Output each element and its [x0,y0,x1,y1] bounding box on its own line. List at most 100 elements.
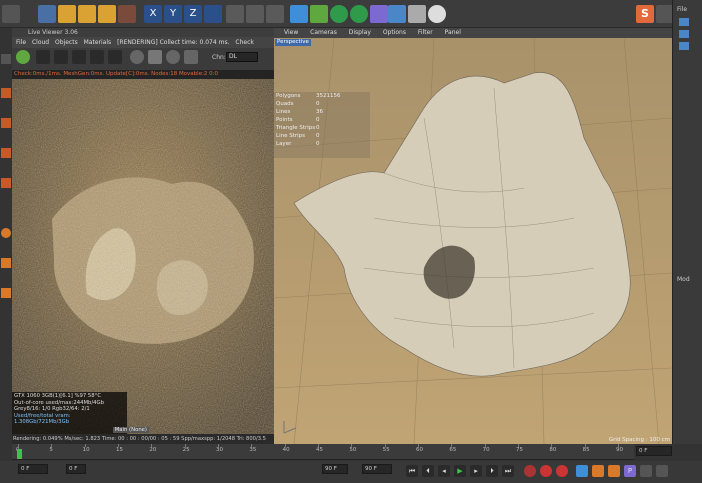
stat-key: Line Strips [276,133,306,139]
lv-menu-check[interactable]: Check [235,39,253,46]
octane-logo-icon[interactable]: S [636,5,654,23]
points-mode-icon[interactable] [1,88,11,98]
vp-menu-display[interactable]: Display [349,29,371,36]
timeline-tick-label: 25 [182,447,190,453]
last-tool-icon[interactable] [118,5,136,23]
lock-icon[interactable] [108,50,122,64]
scale-tool-icon[interactable] [78,5,96,23]
timeline: 051015202530354045505560657075808590 0 F… [0,444,702,483]
material-picker-icon[interactable] [166,50,180,64]
vp-menu-panel[interactable]: Panel [445,29,461,36]
perspective-viewport[interactable]: View Cameras Display Options Filter Pane… [274,28,672,444]
light-icon[interactable] [428,5,446,23]
vp-menu-view[interactable]: View [284,29,298,36]
focus-picker-icon[interactable] [148,50,162,64]
vp-menu-filter[interactable]: Filter [418,29,433,36]
y-axis-icon[interactable]: Y [164,5,182,23]
channel-select-value: DL [229,53,237,60]
live-viewer-status: Check:0ms./1ms. MeshGen:0ms. Update[C]:0… [12,70,274,79]
object-icon[interactable] [679,18,689,26]
record-icon[interactable] [524,465,536,477]
vp-menu-options[interactable]: Options [383,29,406,36]
pla-key-icon[interactable] [640,465,652,477]
render-picture-viewer-icon[interactable] [246,5,264,23]
undo-icon[interactable] [2,5,20,23]
model-mode-icon[interactable] [1,178,11,188]
region-render-icon[interactable] [130,50,144,64]
rotation-key-icon[interactable] [608,465,620,477]
stat-row: Quads 0 [276,100,370,108]
timeline-menu-icon[interactable] [656,465,668,477]
param-key-icon[interactable]: P [624,465,636,477]
pen-icon[interactable] [310,5,328,23]
gpu-info-line: Used/free/total vram: 1.308Gb/721Mb/3Gb [14,412,71,426]
x-axis-icon[interactable]: X [144,5,162,23]
vp-menu-cameras[interactable]: Cameras [310,29,337,36]
object-picker-icon[interactable] [184,50,198,64]
preview-end-field[interactable]: 90 F [322,464,348,474]
goto-end-icon[interactable]: ⏭ [502,465,514,477]
select-tool-icon[interactable] [38,5,56,23]
gpu-info-overlay: GTX 1060 3GB(1)[6.1] %97 58°C Out-of-cor… [12,392,149,434]
play-icon[interactable]: ▶ [454,465,466,477]
render-view-icon[interactable] [226,5,244,23]
timeline-tick-label: 15 [116,447,123,453]
attributes-mode-label[interactable]: Mod [677,276,690,283]
send-scene-icon[interactable] [16,50,30,64]
axis-lock-icon[interactable] [1,288,11,298]
generator-icon[interactable] [330,5,348,23]
render-image-svg [12,79,274,434]
snap-icon[interactable] [1,228,11,238]
coordinate-system-icon[interactable] [204,5,222,23]
live-viewer-toolbar: Chn: DL [12,48,274,70]
stat-row: Layer 0 [276,140,370,148]
pause-render-icon[interactable] [54,50,68,64]
lv-menu-file[interactable]: File [16,39,26,46]
main-toolbar: X Y Z S [0,0,702,28]
playhead-marker[interactable] [17,449,22,459]
goto-start-icon[interactable]: ⏮ [406,465,418,477]
keyframe-selection-icon[interactable] [556,465,568,477]
object-icon[interactable] [679,30,689,38]
live-viewer-title: Live Viewer 3.06 [12,28,274,37]
rotate-tool-icon[interactable] [98,5,116,23]
preview-start-field[interactable]: 0 F [66,464,86,474]
floor-icon[interactable] [388,5,406,23]
end-frame-field[interactable]: 90 F [362,464,392,474]
restart-render-icon[interactable] [72,50,86,64]
polygons-mode-icon[interactable] [1,148,11,158]
chn-label: Chn: [212,54,226,61]
cube-icon[interactable] [290,5,308,23]
object-icon[interactable] [679,42,689,50]
deformer-icon[interactable] [350,5,368,23]
scale-key-icon[interactable] [592,465,604,477]
timeline-ruler[interactable]: 051015202530354045505560657075808590 [12,444,634,460]
channel-select[interactable]: DL [226,52,258,62]
prev-key-icon[interactable]: ⏴ [422,465,434,477]
render-settings-icon[interactable] [266,5,284,23]
stat-row: Line Strips 0 [276,132,370,140]
stat-value: 0 [316,101,320,107]
right-panel-file[interactable]: File [677,6,687,13]
lv-menu-objects[interactable]: Objects [55,39,78,46]
stat-row: Lines 36 [276,108,370,116]
move-tool-icon[interactable] [58,5,76,23]
stop-render-icon[interactable] [36,50,50,64]
make-editable-icon[interactable] [1,54,11,64]
start-frame-field[interactable]: 0 F [18,464,48,474]
lv-menu-materials[interactable]: Materials [84,39,112,46]
position-key-icon[interactable] [576,465,588,477]
autokey-icon[interactable] [540,465,552,477]
z-axis-icon[interactable]: Z [184,5,202,23]
scene-icon[interactable] [370,5,388,23]
next-key-icon[interactable]: ⏵ [486,465,498,477]
camera-icon[interactable] [408,5,426,23]
next-frame-icon[interactable]: ▸ [470,465,482,477]
lv-menu-cloud[interactable]: Cloud [32,39,49,46]
main-tag: Main (None) [112,426,149,433]
workplane-icon[interactable] [1,258,11,268]
prev-frame-icon[interactable]: ◂ [438,465,450,477]
current-frame-field[interactable]: 0 F [636,446,672,456]
edges-mode-icon[interactable] [1,118,11,128]
clay-render-icon[interactable] [90,50,104,64]
